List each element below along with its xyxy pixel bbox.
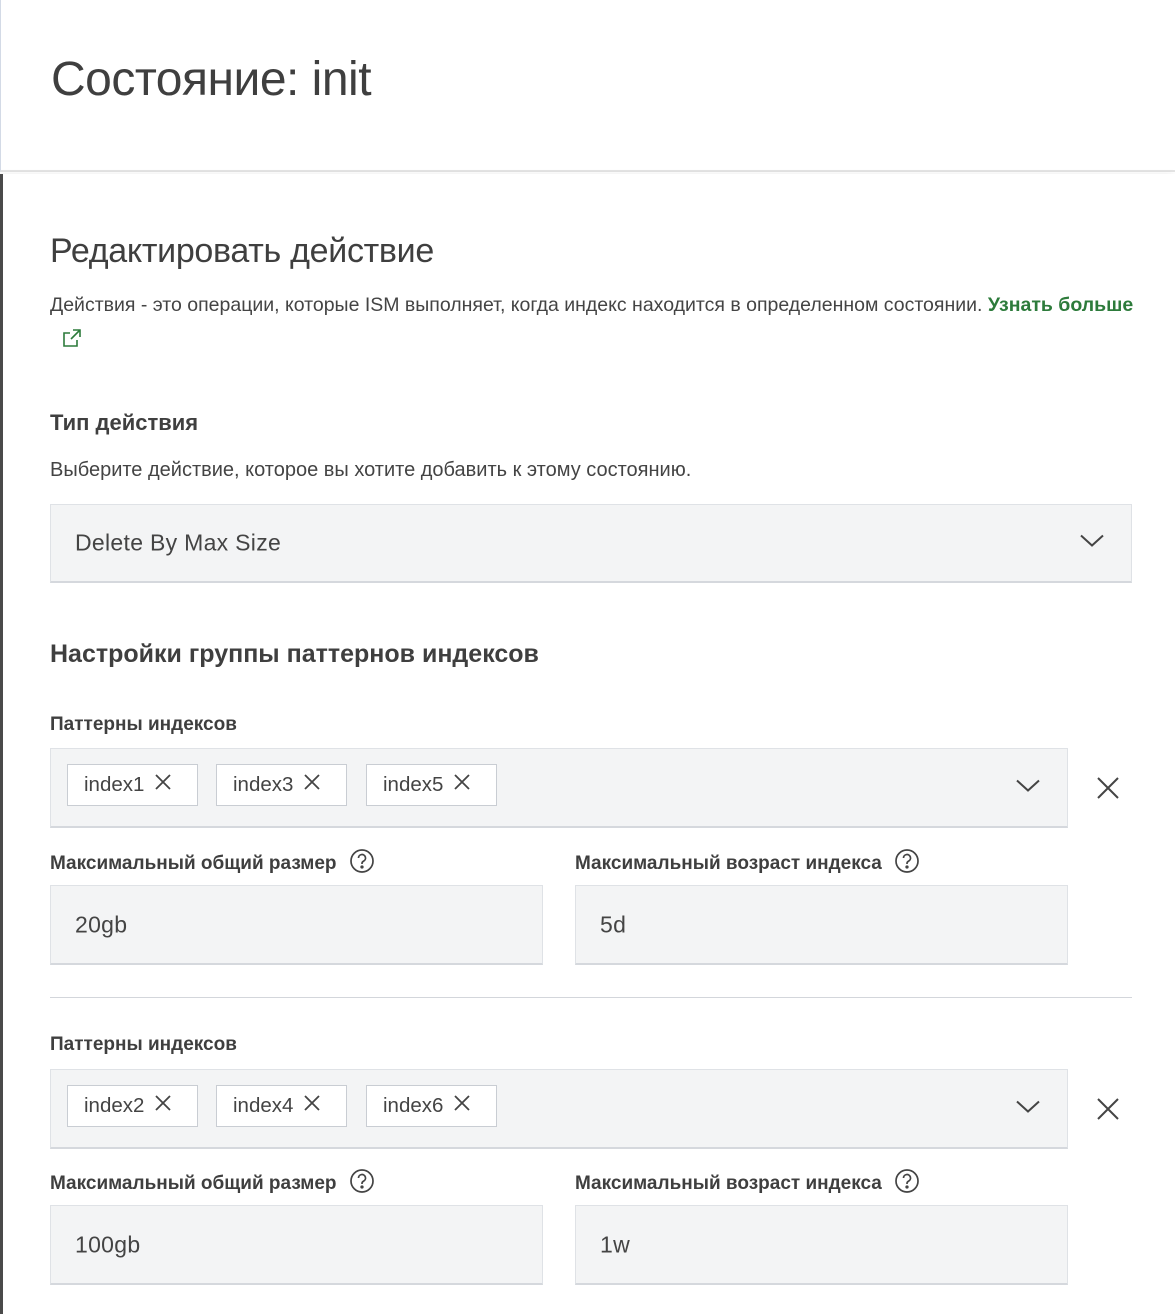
flyout-description: Действия - это операции, которые ISM вып… bbox=[50, 288, 1140, 359]
page-header: Состояние: init bbox=[0, 0, 1175, 172]
chip-label: index1 bbox=[84, 773, 145, 796]
max-size-label: Максимальный общий размер bbox=[50, 1168, 375, 1200]
patterns-combobox[interactable]: index2 index4 index6 bbox=[50, 1069, 1068, 1149]
close-icon[interactable] bbox=[154, 1094, 172, 1118]
pattern-chip: index4 bbox=[216, 1085, 347, 1127]
question-circle-icon[interactable] bbox=[349, 1168, 375, 1200]
question-circle-icon[interactable] bbox=[894, 1168, 920, 1200]
page: Состояние: init Редактировать действие Д… bbox=[0, 0, 1175, 1314]
max-size-value: 100gb bbox=[75, 1231, 141, 1257]
max-size-value: 20gb bbox=[75, 911, 128, 937]
max-size-input[interactable]: 20gb bbox=[50, 885, 543, 965]
chevron-down-icon bbox=[1079, 533, 1105, 554]
external-link-icon bbox=[62, 325, 82, 359]
action-type-value: Delete By Max Size bbox=[75, 529, 282, 556]
learn-more-label: Узнать больше bbox=[987, 294, 1134, 316]
max-size-input[interactable]: 100gb bbox=[50, 1205, 543, 1285]
max-age-value: 1w bbox=[600, 1231, 631, 1257]
chip-label: index3 bbox=[233, 773, 294, 796]
patterns-combobox[interactable]: index1 index3 index5 bbox=[50, 748, 1068, 828]
patterns-label: Паттерны индексов bbox=[50, 1034, 237, 1055]
edit-action-flyout: Редактировать действие Действия - это оп… bbox=[0, 174, 1175, 1314]
chip-label: index6 bbox=[383, 1094, 444, 1117]
pattern-chip: index2 bbox=[67, 1085, 198, 1127]
remove-group-button[interactable] bbox=[1093, 773, 1123, 803]
close-icon[interactable] bbox=[303, 773, 321, 797]
chip-label: index4 bbox=[233, 1094, 294, 1117]
max-age-input[interactable]: 1w bbox=[575, 1205, 1068, 1285]
groups-section-title: Настройки группы паттернов индексов bbox=[50, 640, 539, 668]
action-type-select[interactable]: Delete By Max Size bbox=[50, 504, 1132, 583]
remove-group-button[interactable] bbox=[1093, 1094, 1123, 1124]
max-age-value: 5d bbox=[600, 911, 627, 937]
patterns-label: Паттерны индексов bbox=[50, 714, 237, 735]
action-type-help: Выберите действие, которое вы хотите доб… bbox=[50, 459, 692, 481]
max-age-input[interactable]: 5d bbox=[575, 885, 1068, 965]
chip-label: index2 bbox=[84, 1094, 145, 1117]
max-size-label: Максимальный общий размер bbox=[50, 848, 375, 880]
max-age-label-text: Максимальный возраст индекса bbox=[575, 853, 882, 874]
pattern-chip: index3 bbox=[216, 764, 347, 806]
close-icon[interactable] bbox=[453, 1094, 471, 1118]
max-size-label-text: Максимальный общий размер bbox=[50, 1173, 337, 1194]
description-text: Действия - это операции, которые ISM вып… bbox=[50, 294, 983, 316]
max-age-label-text: Максимальный возраст индекса bbox=[575, 1173, 882, 1194]
pattern-chip: index6 bbox=[366, 1085, 497, 1127]
close-icon[interactable] bbox=[154, 773, 172, 797]
page-title: Состояние: init bbox=[51, 53, 372, 106]
question-circle-icon[interactable] bbox=[349, 848, 375, 880]
chevron-down-icon[interactable] bbox=[1015, 777, 1041, 798]
chip-label: index5 bbox=[383, 773, 444, 796]
max-age-label: Максимальный возраст индекса bbox=[575, 848, 920, 880]
action-type-label: Тип действия bbox=[50, 410, 199, 435]
pattern-chip: index5 bbox=[366, 764, 497, 806]
flyout-title: Редактировать действие bbox=[50, 232, 434, 270]
chevron-down-icon[interactable] bbox=[1015, 1098, 1041, 1119]
max-age-label: Максимальный возраст индекса bbox=[575, 1168, 920, 1200]
max-size-label-text: Максимальный общий размер bbox=[50, 853, 337, 874]
close-icon[interactable] bbox=[303, 1094, 321, 1118]
pattern-chip: index1 bbox=[67, 764, 198, 806]
group-divider bbox=[50, 997, 1132, 998]
question-circle-icon[interactable] bbox=[894, 848, 920, 880]
close-icon[interactable] bbox=[453, 773, 471, 797]
